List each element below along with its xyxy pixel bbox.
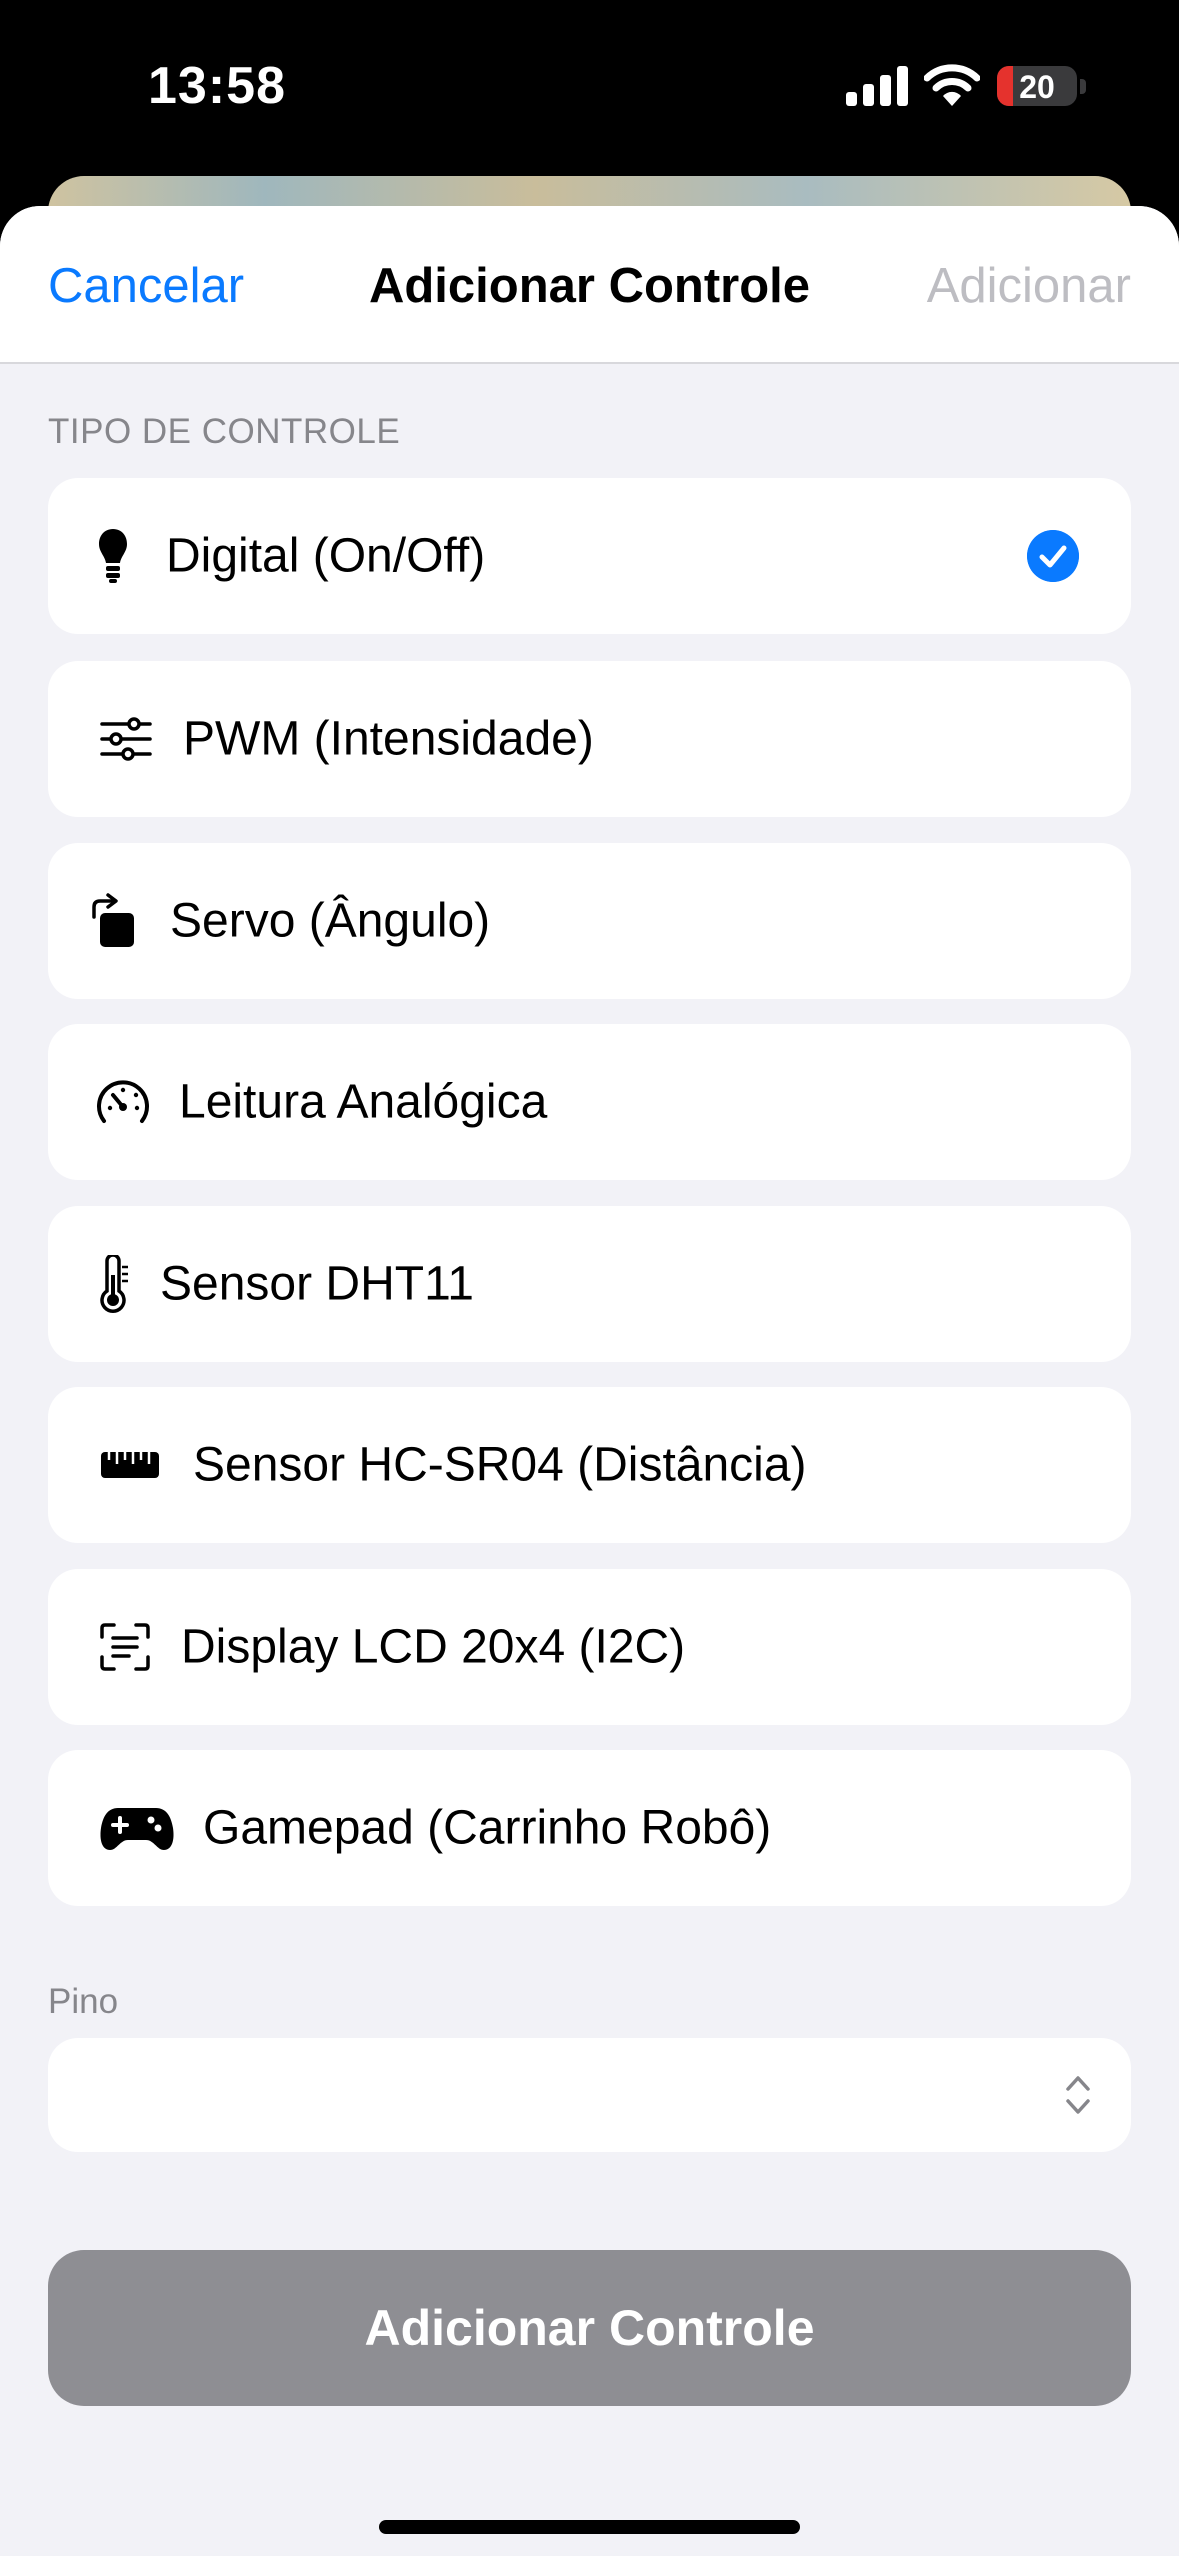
control-type-label: Leitura Analógica (179, 1075, 548, 1129)
status-bar: 13:58 20 (0, 0, 1179, 170)
lightbulb-icon (99, 529, 127, 583)
section-header: TIPO DE CONTROLE (48, 412, 401, 451)
control-type-label: Gamepad (Carrinho Robô) (203, 1801, 772, 1855)
battery-icon: 20 (997, 66, 1077, 106)
add-control-button[interactable]: Adicionar Controle (48, 2250, 1131, 2406)
control-type-gamepad[interactable]: Gamepad (Carrinho Robô) (48, 1750, 1131, 1906)
chevron-up-down-icon (1066, 2076, 1090, 2114)
control-type-label: Display LCD 20x4 (I2C) (181, 1620, 686, 1674)
control-type-dht11[interactable]: Sensor DHT11 (48, 1206, 1131, 1362)
control-type-label: PWM (Intensidade) (183, 712, 594, 766)
thermometer-icon (100, 1255, 128, 1313)
control-type-label: Sensor DHT11 (160, 1257, 474, 1311)
control-type-label: Servo (Ângulo) (170, 894, 491, 948)
control-type-analog-read[interactable]: Leitura Analógica (48, 1024, 1131, 1180)
control-type-servo[interactable]: Servo (Ângulo) (48, 843, 1131, 999)
control-type-label: Sensor HC-SR04 (Distância) (193, 1438, 807, 1492)
add-button[interactable]: Adicionar (927, 258, 1131, 314)
rotate-icon (92, 893, 134, 947)
battery-percentage: 20 (1019, 69, 1055, 105)
navigation-bar: Cancelar Adicionar Controle Adicionar (0, 206, 1179, 364)
control-type-hc-sr04[interactable]: Sensor HC-SR04 (Distância) (48, 1387, 1131, 1543)
control-type-digital[interactable]: Digital (On/Off) (48, 478, 1131, 634)
checkmark-icon (1027, 530, 1079, 582)
text-viewfinder-icon (100, 1623, 150, 1671)
status-time: 13:58 (148, 57, 286, 115)
control-type-lcd-display[interactable]: Display LCD 20x4 (I2C) (48, 1569, 1131, 1725)
cellular-signal-icon (846, 66, 908, 106)
pin-picker[interactable] (48, 2038, 1131, 2152)
ruler-icon (101, 1452, 159, 1478)
gamecontroller-icon (100, 1808, 174, 1850)
control-type-pwm[interactable]: PWM (Intensidade) (48, 661, 1131, 817)
gauge-icon (97, 1080, 149, 1123)
control-type-label: Digital (On/Off) (166, 529, 486, 583)
wifi-icon (924, 64, 980, 106)
sliders-icon (100, 717, 152, 761)
battery-tip (1080, 79, 1086, 94)
add-control-sheet: Cancelar Adicionar Controle Adicionar TI… (0, 206, 1179, 2556)
pin-label: Pino (48, 1982, 119, 2021)
home-indicator[interactable] (379, 2520, 800, 2534)
